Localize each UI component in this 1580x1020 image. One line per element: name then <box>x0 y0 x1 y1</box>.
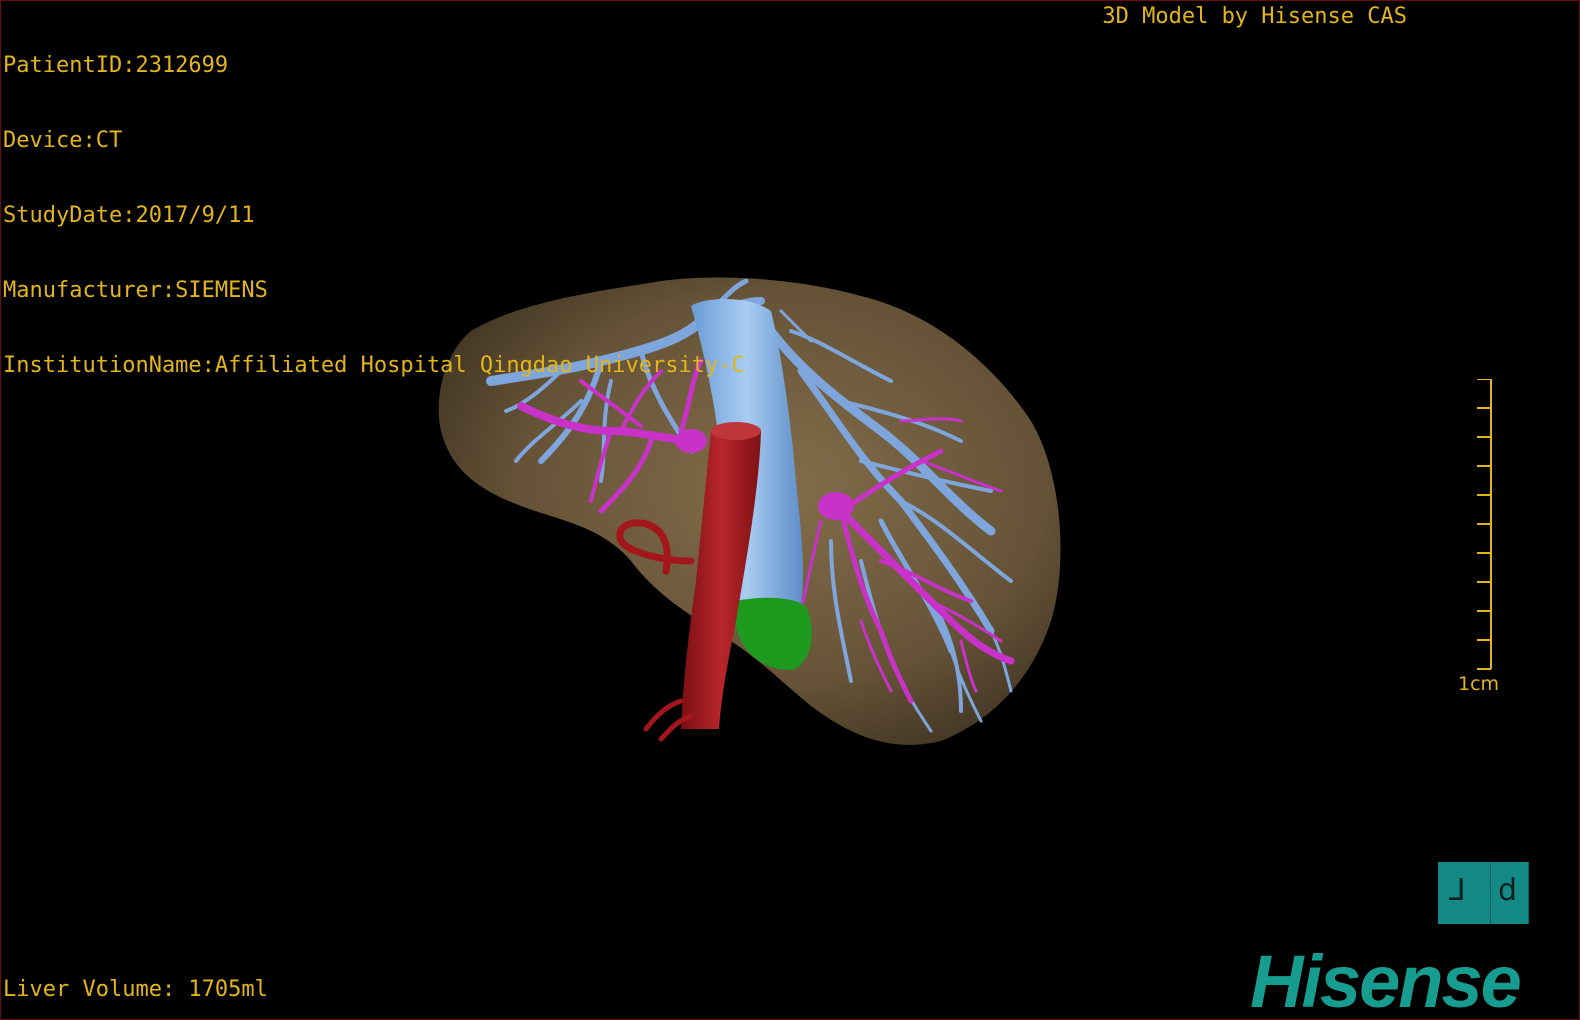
3d-viewport[interactable]: PatientID:2312699 Device:CT StudyDate:20… <box>0 0 1580 1020</box>
gallbladder <box>734 597 812 670</box>
institution-name: InstitutionName:Affiliated Hospital Qing… <box>3 353 745 378</box>
hisense-logo: Hisense <box>1250 940 1522 1020</box>
manufacturer: Manufacturer:SIEMENS <box>3 278 268 303</box>
study-date: StudyDate:2017/9/11 <box>3 203 255 228</box>
liver-volume-readout: Liver Volume: 1705ml <box>3 977 268 1002</box>
orientation-face-left: ⅃ <box>1449 873 1466 908</box>
scale-bar <box>1477 379 1492 670</box>
dicom-metadata: PatientID:2312699 Device:CT StudyDate:20… <box>3 3 745 428</box>
portal-bifurcation-left <box>675 429 707 453</box>
model-caption: 3D Model by Hisense CAS <box>1102 4 1407 29</box>
device: Device:CT <box>3 128 123 153</box>
patient-id: PatientID:2312699 <box>3 53 229 78</box>
portal-bifurcation-right <box>818 492 854 520</box>
orientation-face-right: d <box>1498 873 1518 908</box>
orientation-cube-edge <box>1490 862 1491 924</box>
orientation-cube[interactable]: ⅃ d <box>1438 862 1529 924</box>
scale-bar-label: 1cm <box>1458 673 1500 695</box>
